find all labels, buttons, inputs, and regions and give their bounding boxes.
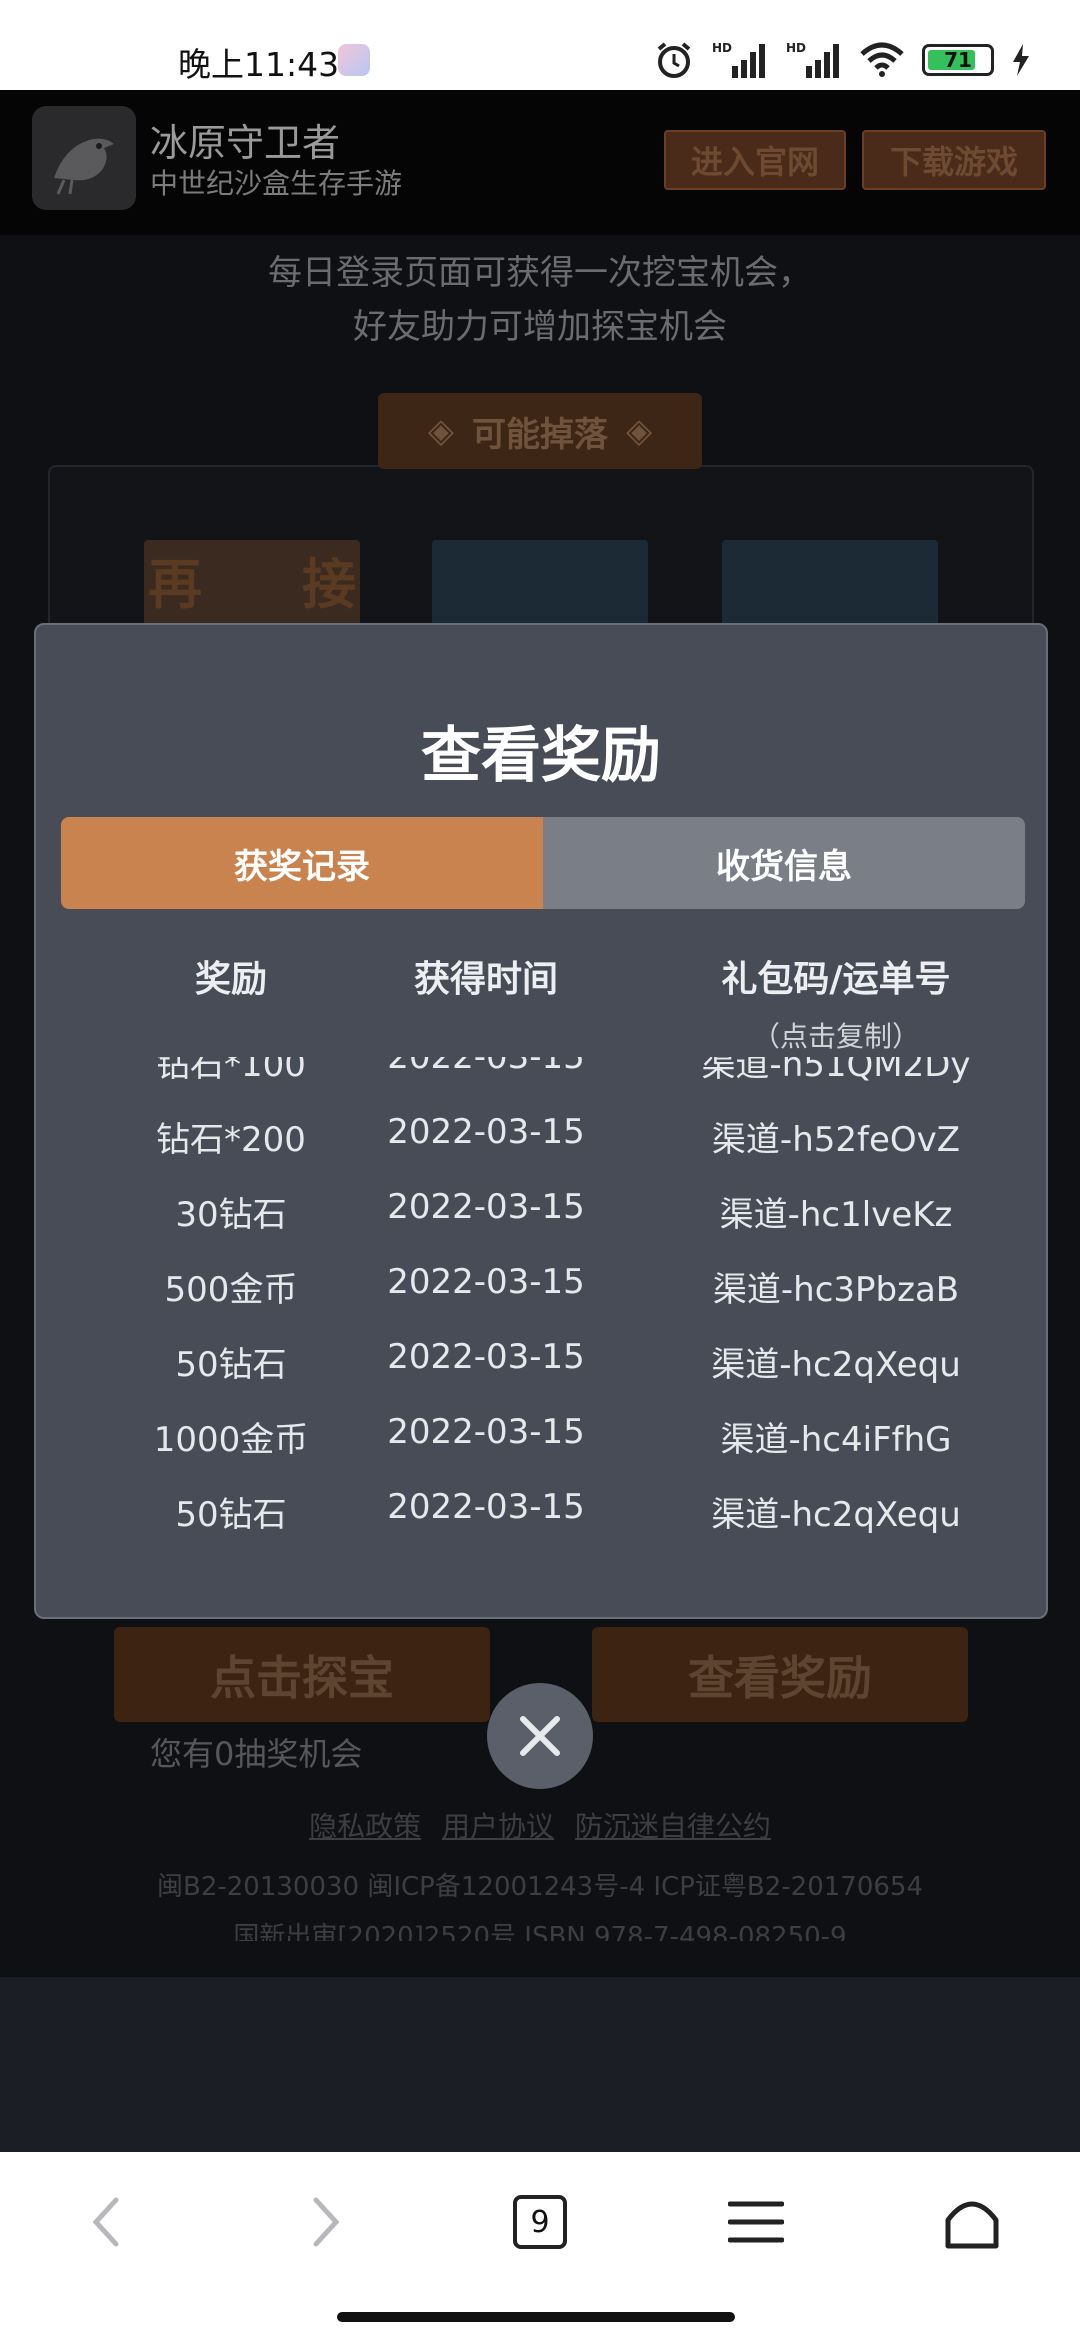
signal-icon: HD [712, 41, 765, 78]
possible-drops-tab: ◈ 可能掉落 ◈ [378, 393, 702, 469]
reward-cell: 50钻石 [175, 1495, 287, 1535]
drop-item-text-2: 接 [302, 553, 356, 616]
download-game-button[interactable]: 下载游戏 [862, 130, 1046, 190]
column-header-code-hint: （点击复制） [751, 1020, 920, 1053]
tabs-button[interactable]: 9 [500, 2182, 580, 2262]
reward-cell: 500金币 [164, 1270, 298, 1310]
reward-cell: 50钻石 [175, 1345, 287, 1385]
diamond-left-icon: ◈ [427, 411, 454, 451]
anti-addiction-link[interactable]: 防沉迷自律公约 [575, 1810, 771, 1843]
status-time: 晚上11:43 [178, 45, 340, 84]
column-header-reward: 奖励 [194, 959, 267, 1000]
svg-text:HD: HD [712, 41, 732, 55]
wifi-icon [860, 42, 904, 77]
reward-cell: 钻石*100 [156, 1057, 306, 1085]
rewards-modal: 查看奖励 获奖记录 收货信息 奖励 获得时间 礼包码/运单号 （点击复制） 钻石… [34, 623, 1048, 1619]
back-button[interactable] [66, 2182, 146, 2262]
forward-button[interactable] [286, 2182, 366, 2262]
time-cell: 2022-03-15 [387, 1187, 585, 1227]
code-cell[interactable]: 渠道-h51QM2Dy [636, 1057, 1036, 1086]
reward-cell: 30钻石 [175, 1195, 287, 1235]
code-cell[interactable]: 渠道-hc3PbzaB [636, 1262, 1036, 1311]
footer-license: 闽B2-20130030 闽ICP备12001243号-4 ICP证粤B2-20… [157, 1872, 923, 1902]
info-line-2: 好友助力可增加探宝机会 [353, 307, 727, 347]
game-subtitle: 中世纪沙盒生存手游 [150, 167, 403, 200]
svg-text:HD: HD [786, 41, 806, 55]
table-row: 30钻石 2022-03-15 渠道-hc1lveKz [36, 1187, 1046, 1262]
charging-icon [1013, 44, 1029, 76]
modal-title: 查看奖励 [421, 721, 661, 791]
time-cell: 2022-03-15 [387, 1112, 585, 1152]
status-icons: HD HD 71 [654, 40, 1030, 80]
home-button[interactable] [932, 2182, 1012, 2262]
view-rewards-bg-button: 查看奖励 [592, 1627, 968, 1722]
time-cell: 2022-03-15 [387, 1057, 585, 1077]
footer-license-2: 国新出审[2020]2520号 ISBN 978-7-498-08250-9 [233, 1922, 847, 1941]
menu-icon [728, 2201, 784, 2243]
home-indicator[interactable] [337, 2312, 735, 2322]
time-cell: 2022-03-15 [387, 1487, 585, 1527]
table-row: 钻石*200 2022-03-15 渠道-h52feOvZ [36, 1112, 1046, 1187]
code-cell[interactable]: 渠道-hc2qXequ [636, 1337, 1036, 1386]
column-header-time: 获得时间 [413, 959, 558, 1000]
info-line-1: 每日登录页面可获得一次挖宝机会， [268, 253, 812, 293]
table-row: 50钻石 2022-03-15 渠道-hc2qXequ [36, 1337, 1046, 1412]
diamond-right-icon: ◈ [626, 411, 653, 451]
dig-treasure-button: 点击探宝 [114, 1627, 490, 1722]
chances-text: 您有0抽奖机会 [150, 1735, 363, 1773]
drop-item-text-1: 再 [148, 553, 202, 616]
rewards-table[interactable]: 钻石*100 2022-03-15 渠道-h51QM2Dy 钻石*200 202… [36, 1057, 1046, 1577]
game-title: 冰原守卫者 [150, 121, 341, 165]
code-cell[interactable]: 渠道-hc2qXequ [636, 1487, 1036, 1536]
code-cell[interactable]: 渠道-hc4iFfhG [636, 1412, 1036, 1461]
terms-link[interactable]: 用户协议 [442, 1810, 554, 1843]
raven-icon [54, 138, 114, 195]
footer-links: 隐私政策 用户协议 防沉迷自律公约 [0, 1805, 1080, 1845]
privacy-link[interactable]: 隐私政策 [309, 1810, 421, 1843]
official-site-button[interactable]: 进入官网 [664, 130, 846, 190]
table-row: 500金币 2022-03-15 渠道-hc3PbzaB [36, 1262, 1046, 1337]
app-notification-icon [338, 44, 370, 76]
close-icon [520, 1716, 560, 1756]
table-row: 钻石*100 2022-03-15 渠道-h51QM2Dy [36, 1057, 1046, 1112]
reward-cell: 钻石*200 [156, 1120, 306, 1160]
battery-level: 71 [944, 48, 972, 72]
chevron-left-icon [92, 2197, 119, 2247]
column-header-code: 礼包码/运单号 [721, 959, 951, 1000]
code-cell[interactable]: 渠道-hc1lveKz [636, 1187, 1036, 1236]
alarm-icon [657, 42, 691, 78]
chevron-right-icon [313, 2197, 340, 2247]
close-modal-button[interactable] [487, 1683, 593, 1789]
tab-prize-records[interactable]: 获奖记录 [61, 817, 543, 909]
table-row: 50钻石 2022-03-15 渠道-hc2qXequ [36, 1487, 1046, 1562]
home-icon [945, 2201, 999, 2249]
app-header: 冰原守卫者 中世纪沙盒生存手游 进入官网 下载游戏 [0, 90, 1080, 235]
menu-button[interactable] [716, 2182, 796, 2262]
status-bar: 晚上11:43 HD HD 71 [0, 0, 1080, 90]
game-logo [32, 106, 136, 210]
reward-cell: 1000金币 [153, 1420, 309, 1460]
tabs-count: 9 [513, 2195, 567, 2249]
time-cell: 2022-03-15 [387, 1337, 585, 1377]
table-row: 1000金币 2022-03-15 渠道-hc4iFfhG [36, 1412, 1046, 1487]
code-cell[interactable]: 渠道-h52feOvZ [636, 1112, 1036, 1161]
tab-shipping-info[interactable]: 收货信息 [543, 817, 1025, 909]
drops-label: 可能掉落 [472, 414, 608, 455]
signal-icon-2: HD [786, 41, 839, 78]
battery-icon: 71 [922, 44, 994, 76]
modal-tabs: 获奖记录 收货信息 [61, 817, 1025, 909]
time-cell: 2022-03-15 [387, 1412, 585, 1452]
time-cell: 2022-03-15 [387, 1262, 585, 1302]
